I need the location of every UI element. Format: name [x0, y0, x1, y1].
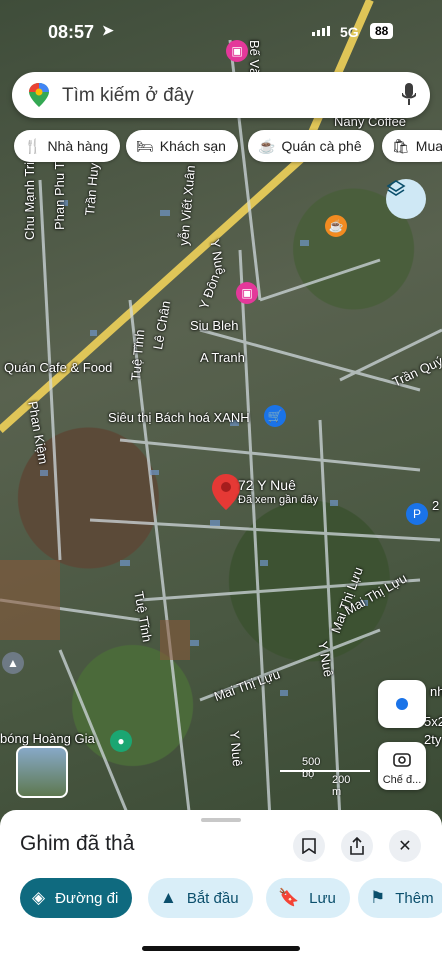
maps-logo-icon — [29, 83, 49, 107]
coffee-poi-icon[interactable]: ☕ — [325, 215, 347, 237]
chip-shopping[interactable]: 🛍 Mua — [382, 130, 442, 162]
action-label: Lưu — [309, 889, 336, 907]
chip-label: Mua — [415, 138, 442, 154]
share-button[interactable] — [341, 830, 373, 862]
home-indicator[interactable] — [142, 946, 300, 951]
dropped-pin-icon[interactable] — [212, 474, 240, 510]
map-label: 2 — [432, 498, 440, 513]
layers-button[interactable] — [386, 179, 426, 219]
hotel-poi-icon[interactable]: ▣ — [236, 282, 258, 304]
flag-icon: ⚑ — [370, 888, 386, 907]
map-label: A Tranh — [200, 350, 245, 365]
more-button[interactable]: ⚑ Thêm — [358, 878, 442, 918]
parking-poi-icon[interactable]: P — [406, 503, 428, 525]
mode-button-label: Chế đ... — [382, 774, 422, 786]
action-label: Thêm — [395, 889, 434, 907]
fork-knife-icon: 🍴 — [24, 137, 42, 154]
place-title: 72 Y Nuê — [238, 477, 296, 493]
signal-icon — [312, 26, 330, 36]
close-icon: ✕ — [398, 838, 412, 855]
location-dot-icon — [396, 698, 408, 710]
directions-button[interactable]: ◈ Đường đi — [20, 878, 133, 918]
bed-icon: 🛏 — [136, 137, 154, 154]
map-label: nh — [430, 684, 442, 699]
sheet-title: Ghim đã thả — [20, 832, 135, 855]
map-label: Quán Cafe & Food — [4, 360, 113, 375]
battery-level: 88 — [370, 23, 394, 39]
sports-poi-icon[interactable]: ● — [110, 730, 132, 752]
chip-restaurants[interactable]: 🍴 Nhà hàng — [14, 130, 121, 162]
map-label: Siu Bleh — [190, 318, 239, 333]
location-arrow-icon: ➤ — [102, 22, 114, 38]
save-action-button[interactable]: 🔖 Lưu — [266, 878, 350, 918]
chip-label: Nhà hàng — [47, 138, 109, 154]
start-button[interactable]: ▲ Bắt đầu — [148, 878, 253, 918]
category-chips: 🍴 Nhà hàng 🛏 Khách sạn ☕ Quán cà phê 🛍 M… — [14, 130, 442, 164]
chip-hotels[interactable]: 🛏 Khách sạn — [126, 130, 238, 162]
chip-label: Quán cà phê — [281, 138, 362, 154]
status-time: 08:57 — [48, 22, 95, 42]
close-button[interactable]: ✕ — [389, 830, 421, 862]
map-label: Siêu thị Bách hoá XANH — [108, 410, 250, 425]
bookmark-icon — [302, 838, 316, 854]
action-label: Bắt đầu — [186, 889, 239, 907]
drag-handle[interactable] — [201, 818, 241, 822]
map-label: Phan Phu T — [52, 161, 67, 230]
place-subtitle: Đã xem gần đây — [238, 494, 319, 506]
scale-imperial: 500 bộ — [302, 756, 321, 780]
school-poi-icon[interactable]: ▲ — [2, 652, 24, 674]
directions-icon: ◈ — [32, 888, 46, 907]
network-type: 5G — [340, 24, 359, 40]
share-icon — [350, 837, 364, 855]
coffee-cup-icon: ☕ — [258, 137, 276, 154]
bottom-sheet[interactable]: Ghim đã thả ✕ ◈ Đường đi ▲ Bắt đầu 🔖 Lưu… — [0, 810, 442, 960]
map-label: Y Nuê — [227, 730, 246, 768]
map-label: 5x2 — [424, 714, 442, 729]
lens-icon — [393, 753, 411, 767]
shopping-bag-icon: 🛍 — [392, 137, 410, 154]
navigation-arrow-icon: ▲ — [160, 888, 177, 907]
mode-button[interactable]: Chế đ... — [378, 742, 426, 790]
status-bar: 08:57 ➤ 5G 88 — [0, 18, 442, 48]
chip-label: Khách sạn — [159, 138, 226, 154]
search-bar[interactable]: Tìm kiếm ở đây — [12, 72, 430, 118]
scale-metric: 200 m — [332, 774, 351, 798]
satellite-map[interactable]: ▣ ▣ ☕ 🛒 P ● ▲ Nany Coffee Bế Vă Phan Phu… — [0, 0, 442, 830]
save-button[interactable] — [293, 830, 325, 862]
shopping-cart-poi-icon[interactable]: 🛒 — [264, 405, 286, 427]
layers-icon — [386, 180, 406, 196]
microphone-icon[interactable] — [402, 83, 416, 107]
my-location-button[interactable] — [378, 680, 426, 728]
street-view-thumbnail[interactable] — [16, 746, 68, 798]
bookmark-icon: 🔖 — [278, 888, 300, 907]
map-label: bóng Hoàng Gia — [0, 731, 95, 746]
action-label: Đường đi — [55, 889, 119, 907]
search-input[interactable]: Tìm kiếm ở đây — [62, 85, 194, 107]
chip-cafes[interactable]: ☕ Quán cà phê — [248, 130, 374, 162]
map-label: 2ty — [424, 732, 442, 747]
